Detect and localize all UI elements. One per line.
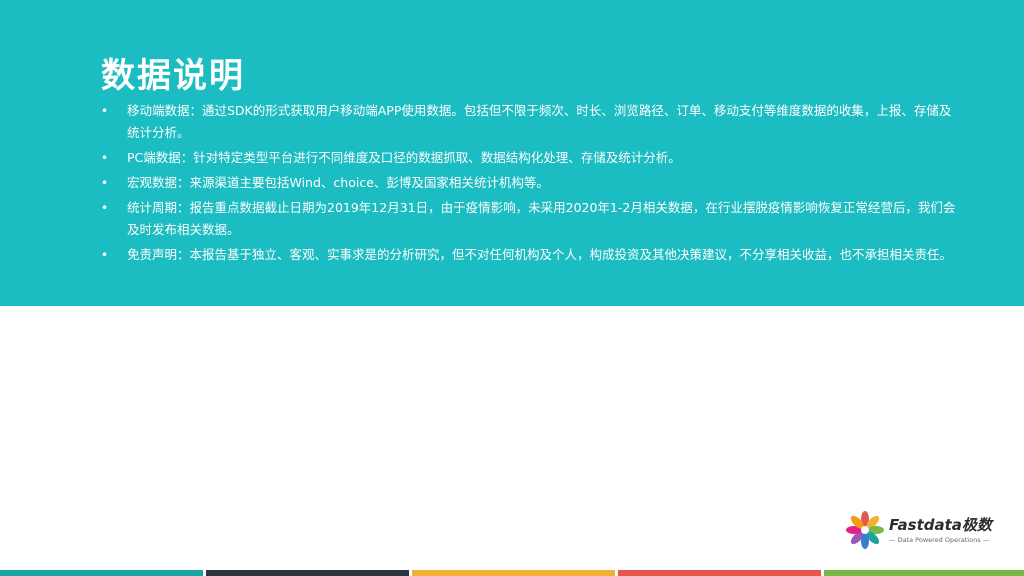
fastdata-logo: Fastdata极数 — Data Powered Operations —: [845, 510, 995, 550]
header-banner: 数据说明 • 移动端数据：通过SDK的形式获取用户移动端APP使用数据。包括但不限…: [0, 0, 1024, 306]
footer-stripes: [0, 570, 1024, 576]
bullet-icon: •: [101, 248, 109, 262]
bullet-icon: •: [101, 151, 109, 165]
footer-stripe: [206, 570, 409, 576]
notes-list: • 移动端数据：通过SDK的形式获取用户移动端APP使用数据。包括但不限于频次、时…: [101, 100, 961, 269]
note-item: • 宏观数据：来源渠道主要包括Wind、choice、彭博及国家相关统计机构等。: [101, 172, 961, 194]
logo-tagline: — Data Powered Operations —: [889, 536, 990, 544]
note-item: • 移动端数据：通过SDK的形式获取用户移动端APP使用数据。包括但不限于频次、时…: [101, 100, 961, 144]
bullet-icon: •: [101, 201, 109, 215]
note-text: 免责声明：本报告基于独立、客观、实事求是的分析研究，但不对任何机构及个人，构成投…: [127, 247, 953, 262]
note-item: • 免责声明：本报告基于独立、客观、实事求是的分析研究，但不对任何机构及个人，构成…: [101, 244, 961, 266]
note-item: • PC端数据：针对特定类型平台进行不同维度及口径的数据抓取、数据结构化处理、存储…: [101, 147, 961, 169]
note-item: • 统计周期：报告重点数据截止日期为2019年12月31日，由于疫情影响，未采用2…: [101, 197, 961, 241]
flower-logo-icon: [846, 511, 884, 549]
slide-title: 数据说明: [101, 56, 245, 96]
footer-stripe: [618, 570, 821, 576]
note-text: PC端数据：针对特定类型平台进行不同维度及口径的数据抓取、数据结构化处理、存储及…: [127, 150, 681, 165]
footer-stripe: [824, 570, 1024, 576]
footer-stripe: [412, 570, 615, 576]
bullet-icon: •: [101, 104, 109, 118]
note-text: 宏观数据：来源渠道主要包括Wind、choice、彭博及国家相关统计机构等。: [127, 175, 549, 190]
footer-stripe: [0, 570, 203, 576]
bullet-icon: •: [101, 176, 109, 190]
logo-name: Fastdata极数: [889, 516, 992, 534]
note-text: 统计周期：报告重点数据截止日期为2019年12月31日，由于疫情影响，未采用20…: [127, 200, 956, 237]
note-text: 移动端数据：通过SDK的形式获取用户移动端APP使用数据。包括但不限于频次、时长…: [127, 103, 952, 140]
